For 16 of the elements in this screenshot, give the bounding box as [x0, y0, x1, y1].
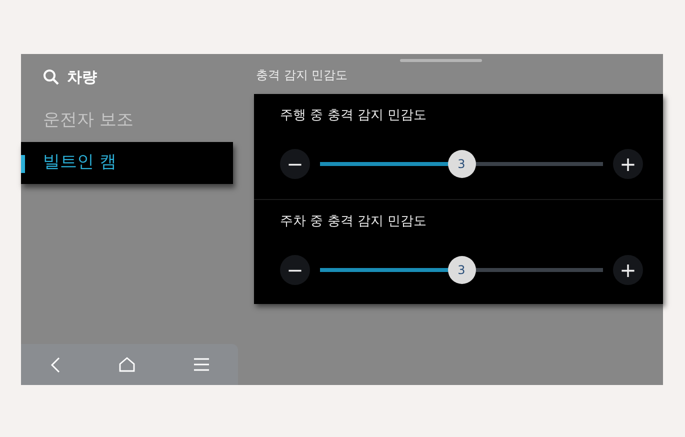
increase-button[interactable]: +: [613, 254, 643, 284]
drag-handle[interactable]: [400, 59, 482, 62]
setting-label: 주차 중 충격 감지 민감도: [280, 213, 428, 231]
search-label[interactable]: 차량: [67, 66, 97, 88]
sidebar-item[interactable]: 빌트인 캠: [21, 142, 233, 184]
slider-thumb[interactable]: 3: [448, 256, 476, 284]
increase-button[interactable]: +: [613, 148, 643, 178]
setting-label: 주행 중 충격 감지 민감도: [280, 107, 428, 125]
menu-icon[interactable]: [194, 358, 209, 371]
back-icon[interactable]: [50, 356, 60, 372]
home-icon[interactable]: [118, 357, 135, 372]
decrease-button[interactable]: −: [280, 254, 310, 284]
decrease-button[interactable]: −: [280, 148, 310, 178]
section-title: 충격 감지 민감도: [256, 67, 348, 84]
search-icon[interactable]: [43, 69, 59, 85]
slider-thumb[interactable]: 3: [448, 150, 476, 178]
